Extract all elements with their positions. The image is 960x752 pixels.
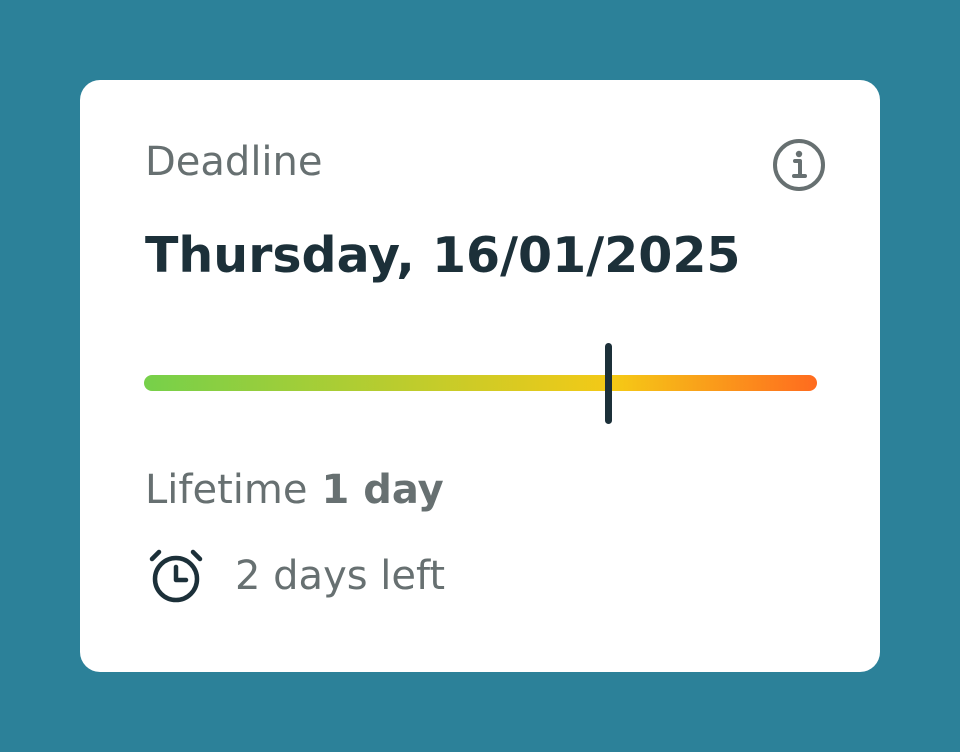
lifetime-value: 1 day: [321, 467, 444, 513]
deadline-progress-track: [144, 375, 817, 391]
lifetime-row: Lifetime 1 day: [145, 464, 444, 516]
deadline-card: Deadline Thursday, 16/01/2025 Lifetime 1 …: [80, 80, 880, 672]
deadline-progress-marker: [604, 343, 612, 424]
info-icon: [772, 138, 826, 192]
alarm-clock-icon: [148, 548, 204, 604]
lifetime-label: Lifetime: [145, 467, 308, 513]
time-remaining: 2 days left: [235, 553, 446, 599]
info-button[interactable]: [772, 138, 826, 192]
deadline-date: Thursday, 16/01/2025: [145, 227, 741, 284]
deadline-label: Deadline: [145, 139, 323, 185]
